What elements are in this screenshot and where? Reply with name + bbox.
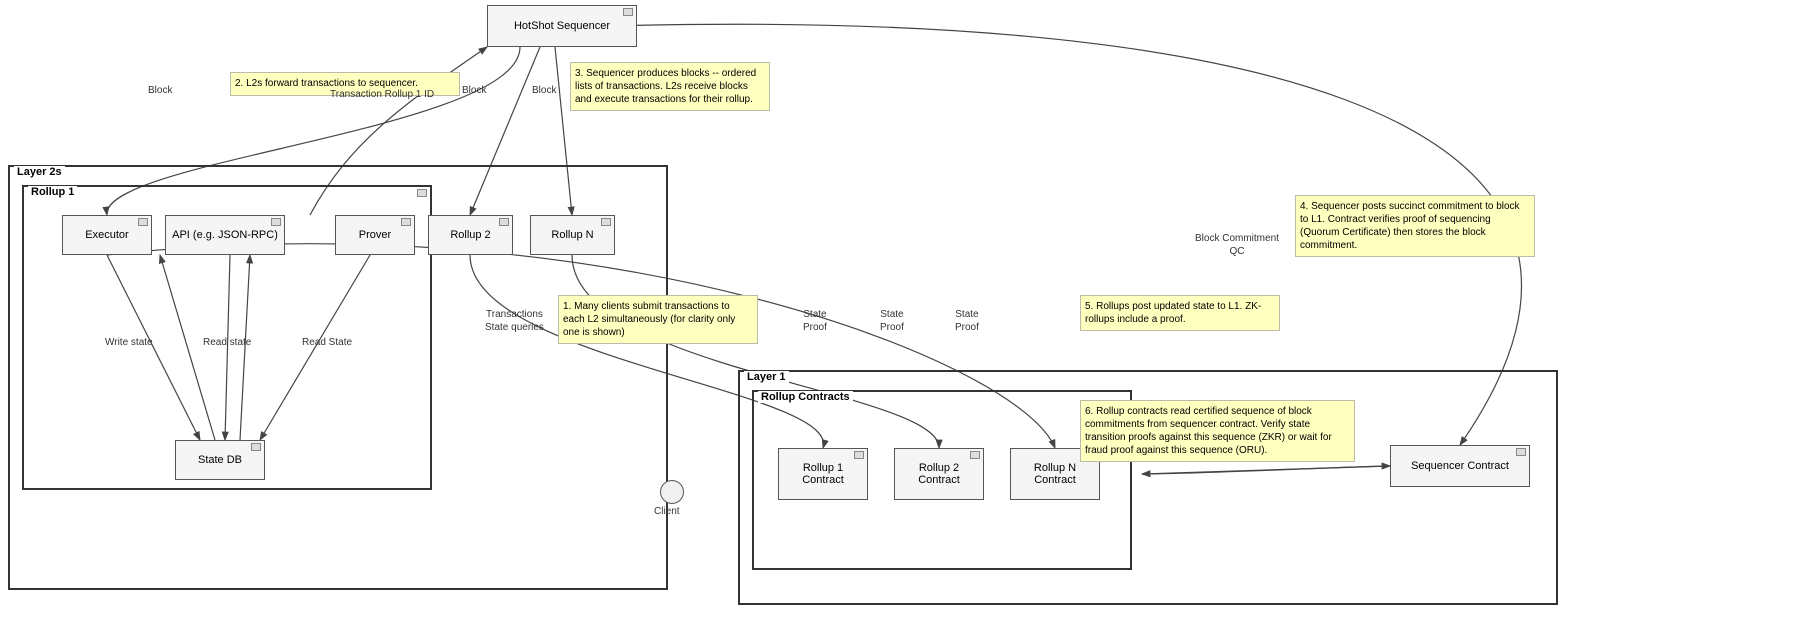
rollupN-box: Rollup N: [530, 215, 615, 255]
rollup2-box: Rollup 2: [428, 215, 513, 255]
state-proof1-label: StateProof: [803, 308, 827, 334]
rollup2contract-label: Rollup 2 Contract: [918, 462, 960, 486]
sequencercontract-label: Sequencer Contract: [1411, 460, 1509, 472]
api-icon: [271, 218, 281, 226]
rollupN-icon: [601, 218, 611, 226]
write-state-label: Write state: [105, 337, 153, 348]
statedb-label: State DB: [198, 454, 242, 466]
prover-icon: [401, 218, 411, 226]
api-box: API (e.g. JSON-RPC): [165, 215, 285, 255]
note1-text: 1. Many clients submit transactions to e…: [563, 301, 735, 338]
rollup1contract-box: Rollup 1 Contract: [778, 448, 868, 500]
client-circle: [660, 480, 684, 504]
rollup2contract-box: Rollup 2 Contract: [894, 448, 984, 500]
note6-text: 6. Rollup contracts read certified seque…: [1085, 406, 1332, 456]
rollupcontracts-label: Rollup Contracts: [758, 391, 853, 403]
note5: 5. Rollups post updated state to L1. ZK-…: [1080, 295, 1280, 331]
rollup2-icon: [499, 218, 509, 226]
sequencercontract-icon: [1516, 448, 1526, 456]
hotshot-icon: [623, 8, 633, 16]
rollup1contract-label: Rollup 1 Contract: [802, 462, 844, 486]
block-commitment-label: Block CommitmentQC: [1195, 232, 1279, 258]
rollup1-icon: [417, 189, 427, 197]
note4: 4. Sequencer posts succinct commitment t…: [1295, 195, 1535, 257]
rollup2-label: Rollup 2: [450, 229, 490, 241]
block-left-label: Block: [148, 85, 172, 96]
read-state-label: Read state: [203, 337, 251, 348]
transaction-rollup-label: Transaction Rollup 1 ID: [330, 88, 434, 101]
executor-box: Executor: [62, 215, 152, 255]
rollupN-label: Rollup N: [551, 229, 593, 241]
note1: 1. Many clients submit transactions to e…: [558, 295, 758, 344]
note3-text: 3. Sequencer produces blocks -- ordered …: [575, 68, 756, 105]
note5-text: 5. Rollups post updated state to L1. ZK-…: [1085, 301, 1261, 325]
rollup1-label: Rollup 1: [28, 186, 77, 198]
layer1-label: Layer 1: [744, 371, 789, 383]
diagram: HotShot Sequencer Layer 2s Rollup 1 Exec…: [0, 0, 1814, 635]
block-right-label: Block: [532, 85, 556, 96]
client-label: Client: [654, 506, 680, 517]
transactions-queries-label: TransactionsState queries: [485, 308, 544, 334]
read-state2-label: Read State: [302, 337, 352, 348]
sequencercontract-box: Sequencer Contract: [1390, 445, 1530, 487]
hotshot-label: HotShot Sequencer: [514, 20, 610, 32]
rollup2contract-icon: [970, 451, 980, 459]
layer2s-label: Layer 2s: [14, 166, 65, 178]
executor-label: Executor: [85, 229, 128, 241]
note4-text: 4. Sequencer posts succinct commitment t…: [1300, 201, 1520, 251]
prover-label: Prover: [359, 229, 391, 241]
note3: 3. Sequencer produces blocks -- ordered …: [570, 62, 770, 111]
prover-box: Prover: [335, 215, 415, 255]
note6: 6. Rollup contracts read certified seque…: [1080, 400, 1355, 462]
hotshot-sequencer-box: HotShot Sequencer: [487, 5, 637, 47]
statedb-icon: [251, 443, 261, 451]
state-proof2-label: StateProof: [880, 308, 904, 334]
statedb-box: State DB: [175, 440, 265, 480]
block-center-label: Block: [462, 85, 486, 96]
rollupNcontract-label: Rollup N Contract: [1034, 462, 1076, 486]
state-proof3-label: StateProof: [955, 308, 979, 334]
executor-icon: [138, 218, 148, 226]
rollup1contract-icon: [854, 451, 864, 459]
api-label: API (e.g. JSON-RPC): [172, 229, 278, 241]
